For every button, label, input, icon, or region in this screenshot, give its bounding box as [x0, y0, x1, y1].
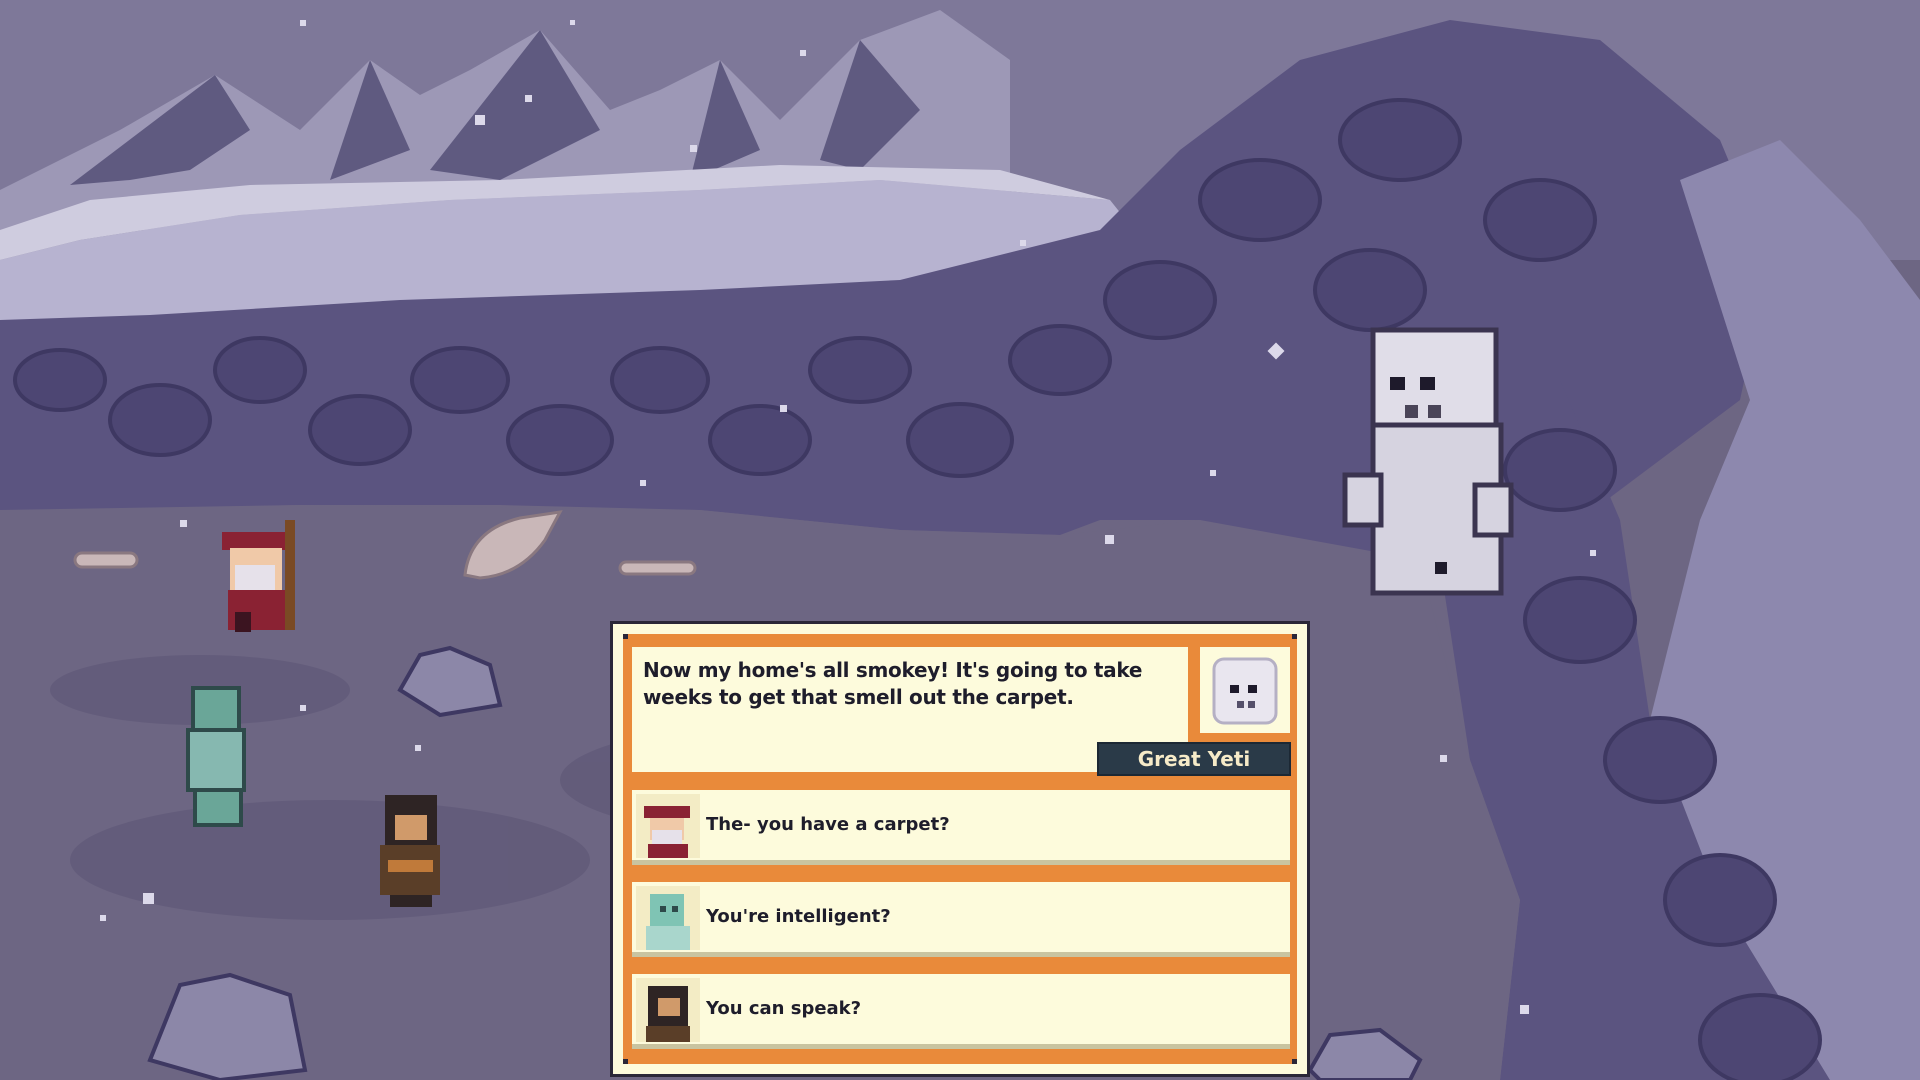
- warrior-sprite: [380, 795, 440, 907]
- yeti-portrait-icon: [1212, 657, 1278, 725]
- dialog-corner-tl: [623, 634, 628, 639]
- choice-3-label: You can speak?: [706, 998, 862, 1019]
- dialog-corner-tr: [1292, 634, 1297, 639]
- speech-text: Now my home's all smokey! It's going to …: [643, 658, 1143, 709]
- choice-1[interactable]: The- you have a carpet?: [632, 790, 1290, 865]
- bearded-warrior-portrait-icon: [636, 978, 700, 1042]
- choice-2[interactable]: You're intelligent?: [632, 882, 1290, 957]
- choice-3[interactable]: You can speak?: [632, 974, 1290, 1049]
- dialog-panel: Now my home's all smokey! It's going to …: [610, 621, 1310, 1077]
- dialog-corner-bl: [623, 1059, 628, 1064]
- green-zombie-portrait-icon: [636, 886, 700, 950]
- red-hat-wizard-portrait-icon: [636, 794, 700, 858]
- speaker-portrait: [1200, 647, 1290, 733]
- zombie-sprite: [186, 686, 246, 827]
- choice-2-label: You're intelligent?: [706, 906, 891, 927]
- speaker-name-tag: Great Yeti: [1097, 742, 1291, 776]
- dialog-corner-br: [1292, 1059, 1297, 1064]
- choice-1-label: The- you have a carpet?: [706, 814, 950, 835]
